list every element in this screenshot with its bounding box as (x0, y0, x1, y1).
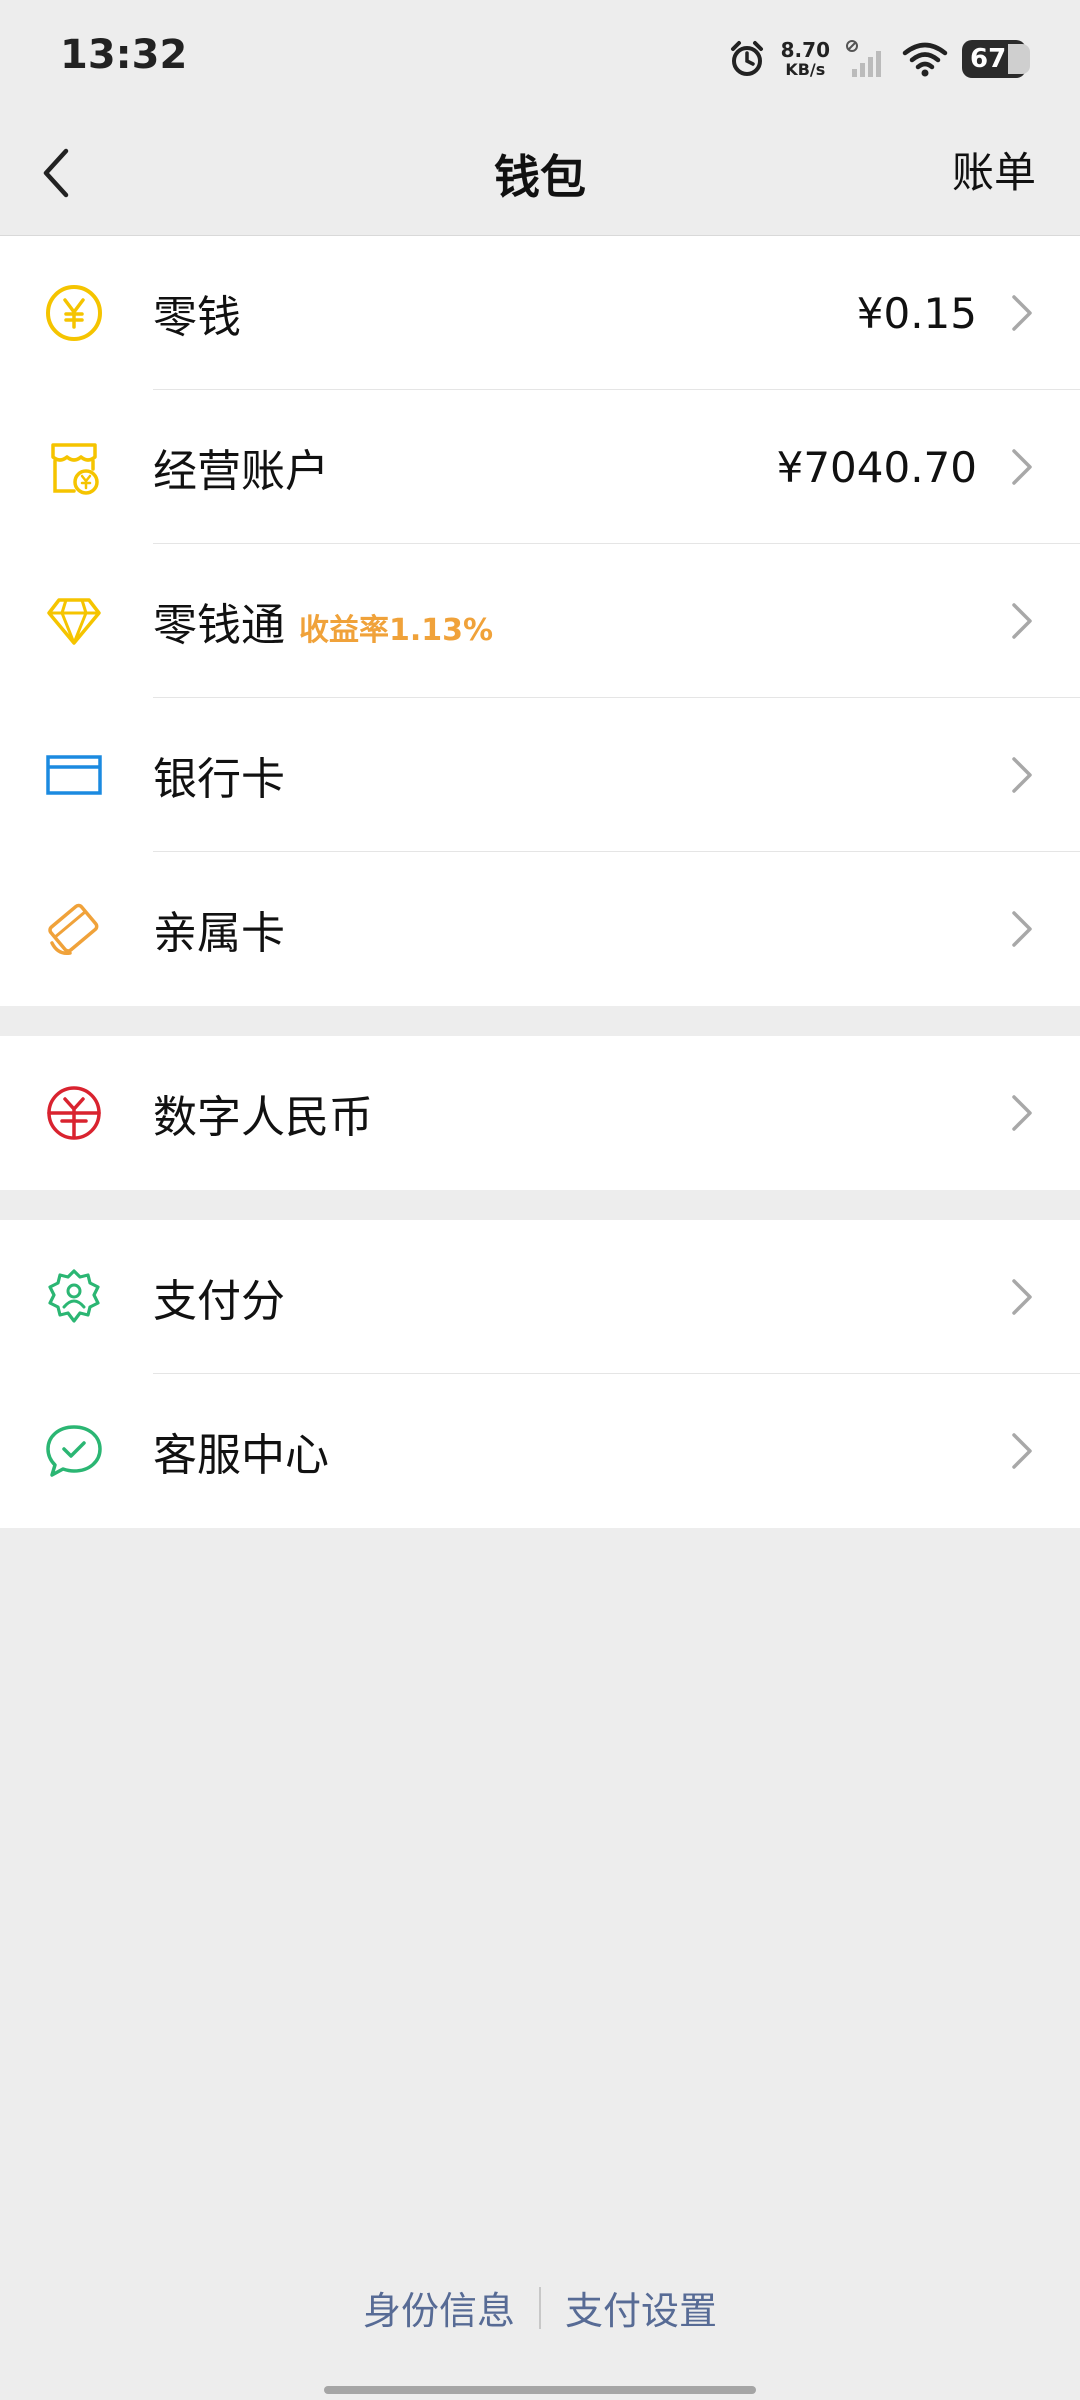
pay-score-icon (48, 1269, 100, 1323)
yuan-coin-icon (46, 285, 102, 341)
battery-level: 67 (970, 44, 1007, 74)
home-indicator[interactable] (324, 2386, 756, 2394)
diamond-icon (47, 598, 101, 645)
store-icon (51, 443, 99, 495)
net-speed-unit: KB/s (785, 60, 826, 79)
nav-bar: 钱包 账单 (0, 115, 1080, 235)
family-card-icon (48, 903, 99, 956)
row-label: 客服中心 (153, 1430, 329, 1481)
row-label: 零钱通 收益率1.13% (153, 600, 494, 651)
chevron-right-icon (1012, 1433, 1032, 1469)
chevron-right-icon (1012, 757, 1032, 793)
row-business-account[interactable]: 经营账户 ¥7040.70 (0, 390, 1080, 544)
row-label: 数字人民币 (153, 1092, 373, 1143)
wallet-group-main: 零钱 ¥0.15 经营账户 ¥7040.70 零钱通 收益率1.13% 银行卡 … (0, 236, 1080, 1006)
wallet-page: 13:32 8.70 KB/s 67 钱包 账单 零钱 ¥0.15 经营账户 ¥… (0, 0, 1080, 2400)
row-label: 零钱 (153, 292, 241, 343)
row-label: 支付分 (153, 1276, 285, 1327)
row-label: 银行卡 (153, 754, 285, 805)
row-pay-score[interactable]: 支付分 (0, 1220, 1080, 1374)
wifi-icon (902, 42, 948, 77)
row-label: 亲属卡 (153, 908, 285, 959)
footer-divider (539, 2286, 541, 2329)
yield-tag: 收益率1.13% (299, 613, 494, 648)
chevron-right-icon (1012, 295, 1032, 331)
row-lingqiantong[interactable]: 零钱通 收益率1.13% (0, 544, 1080, 698)
bill-button[interactable]: 账单 (952, 139, 1036, 200)
identity-info-link[interactable]: 身份信息 (363, 2280, 515, 2335)
net-speed: 8.70 KB/s (781, 40, 830, 78)
chevron-right-icon (1012, 911, 1032, 947)
net-speed-value: 8.70 (780, 38, 830, 62)
chevron-right-icon (1012, 603, 1032, 639)
row-label: 经营账户 (153, 446, 329, 497)
row-customer-service[interactable]: 客服中心 (0, 1374, 1080, 1528)
chevron-right-icon (1012, 449, 1032, 485)
row-bank-card[interactable]: 银行卡 (0, 698, 1080, 852)
bank-card-icon (46, 755, 102, 795)
row-value: ¥7040.70 (776, 442, 977, 492)
chevron-right-icon (1012, 1095, 1032, 1131)
page-title: 钱包 (494, 150, 586, 204)
digital-rmb-icon (47, 1086, 101, 1140)
row-value: ¥0.15 (856, 288, 977, 338)
status-bar: 13:32 8.70 KB/s 67 (0, 0, 1080, 115)
status-icons: 8.70 KB/s 67 (727, 34, 1030, 84)
status-time: 13:32 (60, 32, 188, 78)
footer-links: 身份信息 支付设置 (0, 2280, 1080, 2335)
pay-settings-link[interactable]: 支付设置 (565, 2280, 717, 2335)
alarm-icon (730, 41, 763, 76)
row-digital-rmb[interactable]: 数字人民币 (0, 1036, 1080, 1190)
wallet-group-services: 支付分 客服中心 (0, 1220, 1080, 1528)
chevron-right-icon (1012, 1279, 1032, 1315)
row-change[interactable]: 零钱 ¥0.15 (0, 236, 1080, 390)
battery-indicator: 67 (962, 40, 1030, 78)
customer-service-icon (46, 1425, 102, 1477)
row-family-card[interactable]: 亲属卡 (0, 852, 1080, 1006)
wallet-group-digital: 数字人民币 (0, 1036, 1080, 1190)
signal-icon (846, 40, 881, 77)
